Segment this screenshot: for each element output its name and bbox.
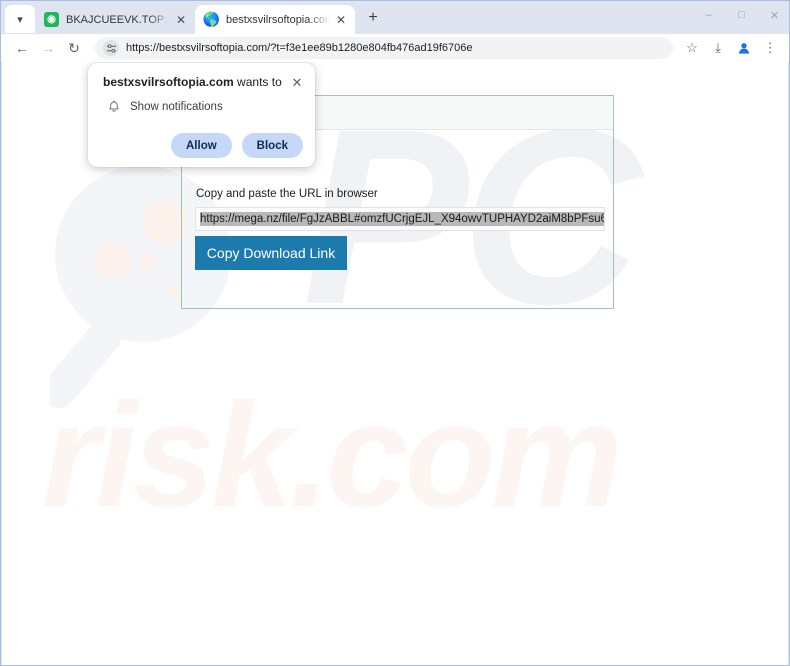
downloads-icon[interactable]: ⤓ xyxy=(705,36,731,60)
address-bar[interactable]: https://bestxsvilrsoftopia.com/?t=f3e1ee… xyxy=(95,37,673,59)
address-bar-url: https://bestxsvilrsoftopia.com/?t=f3e1ee… xyxy=(126,42,473,54)
notification-permission-dialog: bestxsvilrsoftopia.com wants to ✕ Show n… xyxy=(88,63,315,167)
download-url-field[interactable]: https://mega.nz/file/FgJzABBL#omzfUCrjgE… xyxy=(195,207,605,231)
permission-origin: bestxsvilrsoftopia.com xyxy=(103,75,234,89)
permission-wants-to: wants to xyxy=(233,75,282,89)
window-controls: – □ ✕ xyxy=(692,1,789,34)
casino-favicon-icon: ◉ xyxy=(44,12,59,27)
minimize-button[interactable]: – xyxy=(692,1,725,29)
globe-favicon-icon: 🌎 xyxy=(202,11,221,27)
back-button[interactable]: ← xyxy=(9,36,35,60)
tab-title: BKAJCUEEVK.TOP: Crypto Casin xyxy=(66,13,171,26)
tab-title: bestxsvilrsoftopia.com/?t=f3e1… xyxy=(226,13,331,26)
watermark-risk: risk.com xyxy=(42,373,623,538)
bell-icon xyxy=(106,100,122,113)
copy-download-link-button[interactable]: Copy Download Link xyxy=(195,236,347,270)
tab-bestxsvilrsoftopia[interactable]: 🌎 bestxsvilrsoftopia.com/?t=f3e1… ✕ xyxy=(195,5,355,34)
browser-toolbar: ← → ↻ https://bestxsvilrsoftopia.com/?t=… xyxy=(1,34,789,62)
tab-close-icon[interactable]: ✕ xyxy=(333,12,349,28)
block-button[interactable]: Block xyxy=(241,133,303,158)
forward-button[interactable]: → xyxy=(35,36,61,60)
chevron-down-icon: ▾ xyxy=(17,13,23,26)
new-tab-button[interactable]: + xyxy=(359,4,387,32)
tab-close-icon[interactable]: ✕ xyxy=(173,12,189,28)
browser-window: ▾ ◉ BKAJCUEEVK.TOP: Crypto Casin ✕ 🌎 bes… xyxy=(0,0,790,666)
bookmark-star-icon[interactable]: ☆ xyxy=(679,36,705,60)
page-viewport: PC risk.com y... s: 2025 Copy and paste … xyxy=(2,62,788,665)
tab-casino[interactable]: ◉ BKAJCUEEVK.TOP: Crypto Casin ✕ xyxy=(35,5,195,34)
permission-title: bestxsvilrsoftopia.com wants to xyxy=(103,75,289,91)
allow-button[interactable]: Allow xyxy=(171,133,232,158)
download-url-value: https://mega.nz/file/FgJzABBL#omzfUCrjgE… xyxy=(200,212,605,226)
maximize-button[interactable]: □ xyxy=(725,1,758,29)
reload-button[interactable]: ↻ xyxy=(61,36,87,60)
permission-option-row: Show notifications xyxy=(88,91,315,113)
profile-avatar-icon[interactable] xyxy=(731,36,757,60)
close-window-button[interactable]: ✕ xyxy=(758,1,789,29)
url-instruction-label: Copy and paste the URL in browser xyxy=(196,188,378,200)
tab-search-button[interactable]: ▾ xyxy=(5,5,35,33)
close-icon[interactable]: ✕ xyxy=(289,75,305,91)
permission-actions: Allow Block xyxy=(171,133,303,158)
permission-option-label: Show notifications xyxy=(130,100,223,113)
site-settings-icon[interactable] xyxy=(103,40,119,56)
tab-strip: ▾ ◉ BKAJCUEEVK.TOP: Crypto Casin ✕ 🌎 bes… xyxy=(1,1,789,34)
browser-menu-icon[interactable]: ⋮ xyxy=(757,36,783,60)
permission-title-row: bestxsvilrsoftopia.com wants to ✕ xyxy=(88,63,315,91)
